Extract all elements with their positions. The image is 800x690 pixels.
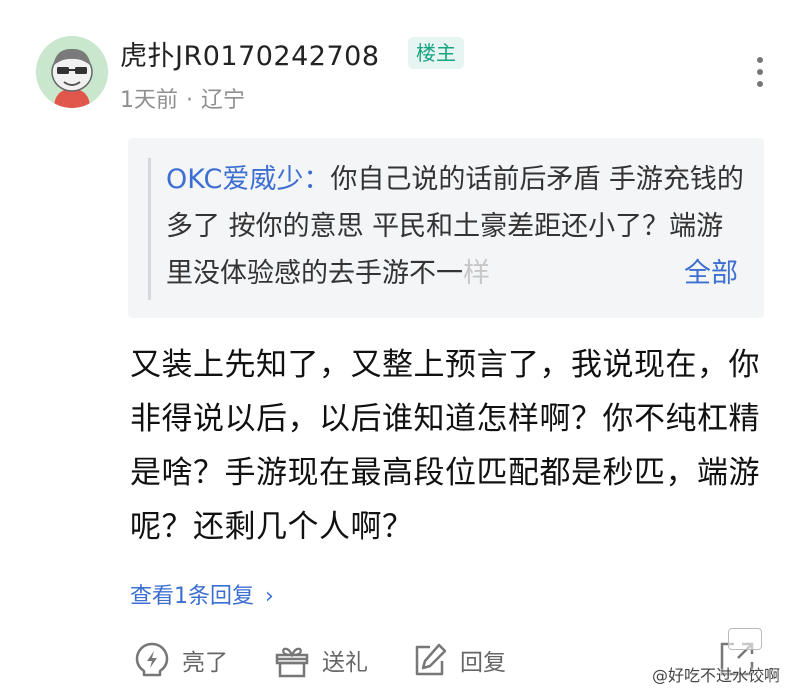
quote-fade: 样 <box>463 258 490 289</box>
comment-body: 又装上先知了，又整上预言了，我说现在，你非得说以后，以后谁知道怎样啊？你不纯杠精… <box>130 347 760 545</box>
post-location: 辽宁 <box>201 88 246 113</box>
post-time: 1天前 <box>120 88 178 113</box>
quote-author[interactable]: OKC爱威少： <box>166 164 330 195</box>
like-label: 亮了 <box>182 650 228 676</box>
more-options-button[interactable] <box>744 52 776 92</box>
edit-icon <box>415 643 447 676</box>
watermark: @好吃不过水饺啊 <box>652 666 781 685</box>
quoted-comment[interactable]: OKC爱威少：你自己说的话前后矛盾 手游充钱的多了 按你的意思 平民和土豪差距还… <box>128 138 764 318</box>
gift-button[interactable]: 送礼 <box>272 638 368 682</box>
gift-label: 送礼 <box>322 650 368 676</box>
username[interactable]: 虎扑JR0170242708 <box>120 34 380 73</box>
quote-bar <box>148 158 151 300</box>
lightning-bulb-icon <box>135 642 169 677</box>
avatar[interactable] <box>36 36 108 108</box>
view-replies-label: 查看1条回复 <box>130 584 254 609</box>
expand-quote-link[interactable]: 全部 <box>678 250 738 297</box>
post-meta: 1天前 · 辽宁 <box>120 82 245 114</box>
reply-button[interactable]: 回复 <box>410 638 506 682</box>
watermark-logo <box>728 628 762 650</box>
comment-card: 虎扑JR0170242708 楼主 1天前 · 辽宁 OKC爱威少：你自己说的话前后… <box>0 0 800 690</box>
avatar-image <box>36 36 108 108</box>
chevron-right-icon: › <box>265 584 274 609</box>
gift-icon <box>275 647 309 678</box>
more-vertical-icon <box>757 57 763 87</box>
like-button[interactable]: 亮了 <box>132 638 228 682</box>
quote-text: OKC爱威少：你自己说的话前后矛盾 手游充钱的多了 按你的意思 平民和土豪差距还… <box>166 156 750 297</box>
reply-label: 回复 <box>460 650 506 676</box>
view-replies-link[interactable]: 查看1条回复 › <box>130 578 274 610</box>
meta-separator: · <box>186 88 193 113</box>
op-badge: 楼主 <box>408 37 464 69</box>
